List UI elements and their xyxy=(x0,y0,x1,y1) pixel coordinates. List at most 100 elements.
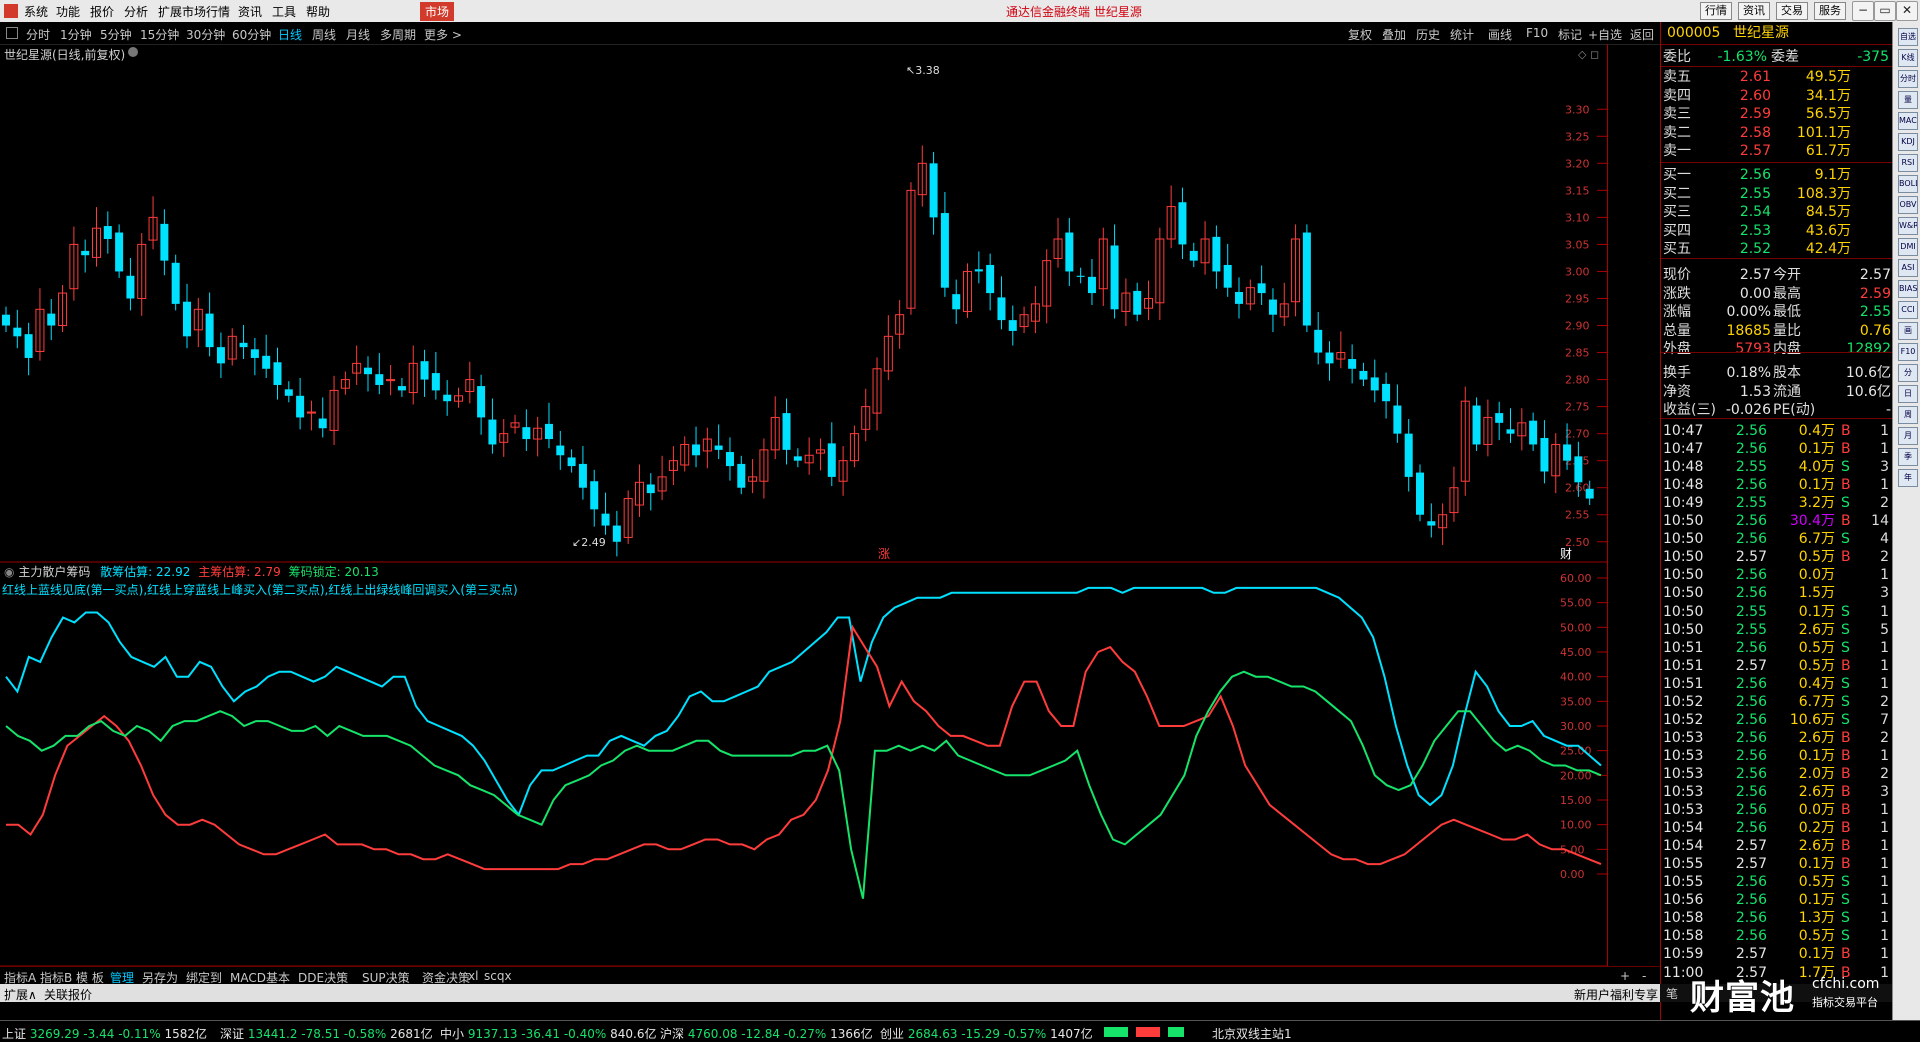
tool-fuquan[interactable]: 复权 xyxy=(1348,26,1372,43)
sidebar-17-icon[interactable]: 日 xyxy=(1898,385,1918,403)
minimize-button[interactable]: − xyxy=(1852,1,1874,21)
tick-price: 2.56 xyxy=(1735,820,1767,837)
sidebar-19-icon[interactable]: 月 xyxy=(1898,427,1918,445)
price-axis: 3.30 3.25 3.20 3.15 3.10 3.05 3.00 2.95 2.90 2.85… xyxy=(1565,103,1607,549)
stat2-value: 1.53 xyxy=(1739,383,1771,400)
index-item[interactable]: 中小 9137.13 -36.41 -0.40% 840.6亿 xyxy=(440,1025,656,1042)
sidebar-8-icon[interactable]: OBV xyxy=(1898,196,1918,214)
tick-count: 1 xyxy=(1880,423,1889,439)
menu-item-analysis[interactable]: 分析 xyxy=(124,3,148,20)
menu-item-system[interactable]: 系统 xyxy=(24,3,48,20)
bid-row: 买三 2.54 84.5万 xyxy=(1661,203,1893,221)
bid-label: 买四 xyxy=(1663,222,1691,239)
period-30min[interactable]: 30分钟 xyxy=(186,26,225,43)
panel-toggle-icon[interactable] xyxy=(6,27,18,39)
zoom-in-button[interactable]: + xyxy=(1620,969,1630,983)
index-item[interactable]: 深证 13441.2 -78.51 -0.58% 2681亿 xyxy=(220,1025,433,1042)
sidebar-4-icon[interactable]: MACD xyxy=(1898,112,1918,130)
period-15min[interactable]: 15分钟 xyxy=(140,26,179,43)
indicator-name[interactable]: 主力散户筹码 xyxy=(18,565,90,579)
close-button[interactable]: ✕ xyxy=(1896,1,1918,21)
settings-dot-icon[interactable] xyxy=(128,47,138,57)
indicator-tab-11[interactable]: scqx xyxy=(484,969,512,983)
sidebar-20-icon[interactable]: 季 xyxy=(1898,448,1918,466)
indicator-toggle-icon[interactable]: ◉ xyxy=(4,565,14,579)
sidebar-12-icon[interactable]: BIAS xyxy=(1898,280,1918,298)
index-item[interactable]: 创业 2684.63 -15.29 -0.57% 1407亿 xyxy=(880,1025,1093,1042)
sidebar-5-icon[interactable]: KDJ xyxy=(1898,133,1918,151)
top-quote-button[interactable]: 行情 xyxy=(1700,2,1732,20)
market-button[interactable]: 市场 xyxy=(420,2,455,21)
sidebar-6-icon[interactable]: RSI xyxy=(1898,154,1918,172)
sidebar-9-icon[interactable]: W&R xyxy=(1898,217,1918,235)
related-quote-tab[interactable]: 关联报价 xyxy=(44,986,92,1003)
new-user-promo-link[interactable]: 新用户福利专享 xyxy=(1574,986,1658,1003)
menu-item-function[interactable]: 功能 xyxy=(56,3,80,20)
zoom-out-button[interactable]: - xyxy=(1642,969,1646,983)
tick-time: 10:50 xyxy=(1663,549,1704,566)
sidebar-21-icon[interactable]: 年 xyxy=(1898,469,1918,487)
index-value: 9137.13 xyxy=(467,1027,518,1041)
period-5min[interactable]: 5分钟 xyxy=(100,26,132,43)
period-multi[interactable]: 多周期 xyxy=(380,26,416,43)
sidebar-2-icon[interactable]: 分时 xyxy=(1898,70,1918,88)
top-service-button[interactable]: 服务 xyxy=(1814,2,1846,20)
tool-history[interactable]: 历史 xyxy=(1416,26,1440,43)
tool-draw[interactable]: 画线 xyxy=(1488,26,1512,43)
tool-mark[interactable]: 标记 xyxy=(1558,26,1582,43)
tool-back[interactable]: 返回 xyxy=(1630,26,1654,43)
period-1min[interactable]: 1分钟 xyxy=(60,26,92,43)
sidebar-7-icon[interactable]: BOLL xyxy=(1898,175,1918,193)
candle-body xyxy=(1540,437,1549,472)
chart-labels: 2.87↖3.38↙2.49涨财 xyxy=(572,64,1572,561)
top-news-button[interactable]: 资讯 xyxy=(1738,2,1770,20)
server-status[interactable]: 北京双线主站1 xyxy=(1212,1025,1292,1042)
sidebar-0-icon[interactable]: 自选 xyxy=(1898,28,1918,46)
period-daily[interactable]: 日线 xyxy=(278,26,302,43)
menu-item-help[interactable]: 帮助 xyxy=(306,3,330,20)
tick-count: 2 xyxy=(1880,729,1889,746)
tool-stats[interactable]: 统计 xyxy=(1450,26,1474,43)
bi-tab[interactable]: 笔 xyxy=(1666,985,1678,1002)
sidebar-15-icon[interactable]: F10 xyxy=(1898,343,1918,361)
indicator-tab-10[interactable]: xl xyxy=(468,969,478,983)
period-60min[interactable]: 60分钟 xyxy=(232,26,271,43)
tick-row: 10:50 2.55 0.1万 S 1 xyxy=(1661,603,1893,621)
index-item[interactable]: 沪深 4760.08 -12.84 -0.27% 1366亿 xyxy=(660,1025,873,1042)
period-monthly[interactable]: 月线 xyxy=(346,26,370,43)
sidebar-11-icon[interactable]: ASI xyxy=(1898,259,1918,277)
menu-item-quote[interactable]: 报价 xyxy=(90,3,114,20)
stat-row: 总量 18685 量比 0.76 xyxy=(1661,322,1893,340)
maximize-button[interactable]: ▭ xyxy=(1874,1,1896,21)
sidebar-3-icon[interactable]: 量 xyxy=(1898,91,1918,109)
index-item[interactable]: 上证 3269.29 -3.44 -0.11% 1582亿 xyxy=(2,1025,207,1042)
chart-area[interactable]: 3.30 3.25 3.20 3.15 3.10 3.05 3.00 2.95 2.90 2.85… xyxy=(0,44,1607,966)
tick-time: 10:55 xyxy=(1663,874,1704,891)
period-more[interactable]: 更多 > xyxy=(424,26,462,43)
top-trade-button[interactable]: 交易 xyxy=(1776,2,1808,20)
quote-separator xyxy=(1661,66,1893,67)
sidebar-10-icon[interactable]: DMI xyxy=(1898,238,1918,256)
sidebar-13-icon[interactable]: CCI xyxy=(1898,301,1918,319)
tick-row: 10:51 2.56 0.4万 S 1 xyxy=(1661,675,1893,693)
tool-add-watch[interactable]: +自选 xyxy=(1588,26,1622,43)
period-fenshi[interactable]: 分时 xyxy=(26,26,50,43)
period-weekly[interactable]: 周线 xyxy=(312,26,336,43)
sidebar-16-icon[interactable]: 分 xyxy=(1898,364,1918,382)
tool-overlay[interactable]: 叠加 xyxy=(1382,26,1406,43)
chart-options-icon[interactable]: ◇ ◻ xyxy=(1578,48,1599,61)
sidebar-14-icon[interactable]: 画 xyxy=(1898,322,1918,340)
ext-toggle-tab[interactable]: 扩展∧ xyxy=(4,986,37,1003)
menu-item-tools[interactable]: 工具 xyxy=(272,3,296,20)
quote-separator xyxy=(1661,162,1893,163)
candle-body xyxy=(1257,283,1266,294)
tick-row: 10:51 2.56 0.5万 S 1 xyxy=(1661,639,1893,657)
sidebar-1-icon[interactable]: K线 xyxy=(1898,49,1918,67)
tick-volume: 0.5万 xyxy=(1798,639,1835,656)
menu-item-ext-market[interactable]: 扩展市场行情 xyxy=(158,3,230,20)
candle-body xyxy=(522,427,531,440)
sidebar-18-icon[interactable]: 周 xyxy=(1898,406,1918,424)
tool-f10[interactable]: F10 xyxy=(1526,26,1548,40)
menu-item-news[interactable]: 资讯 xyxy=(238,3,262,20)
tick-price: 2.55 xyxy=(1735,459,1767,476)
